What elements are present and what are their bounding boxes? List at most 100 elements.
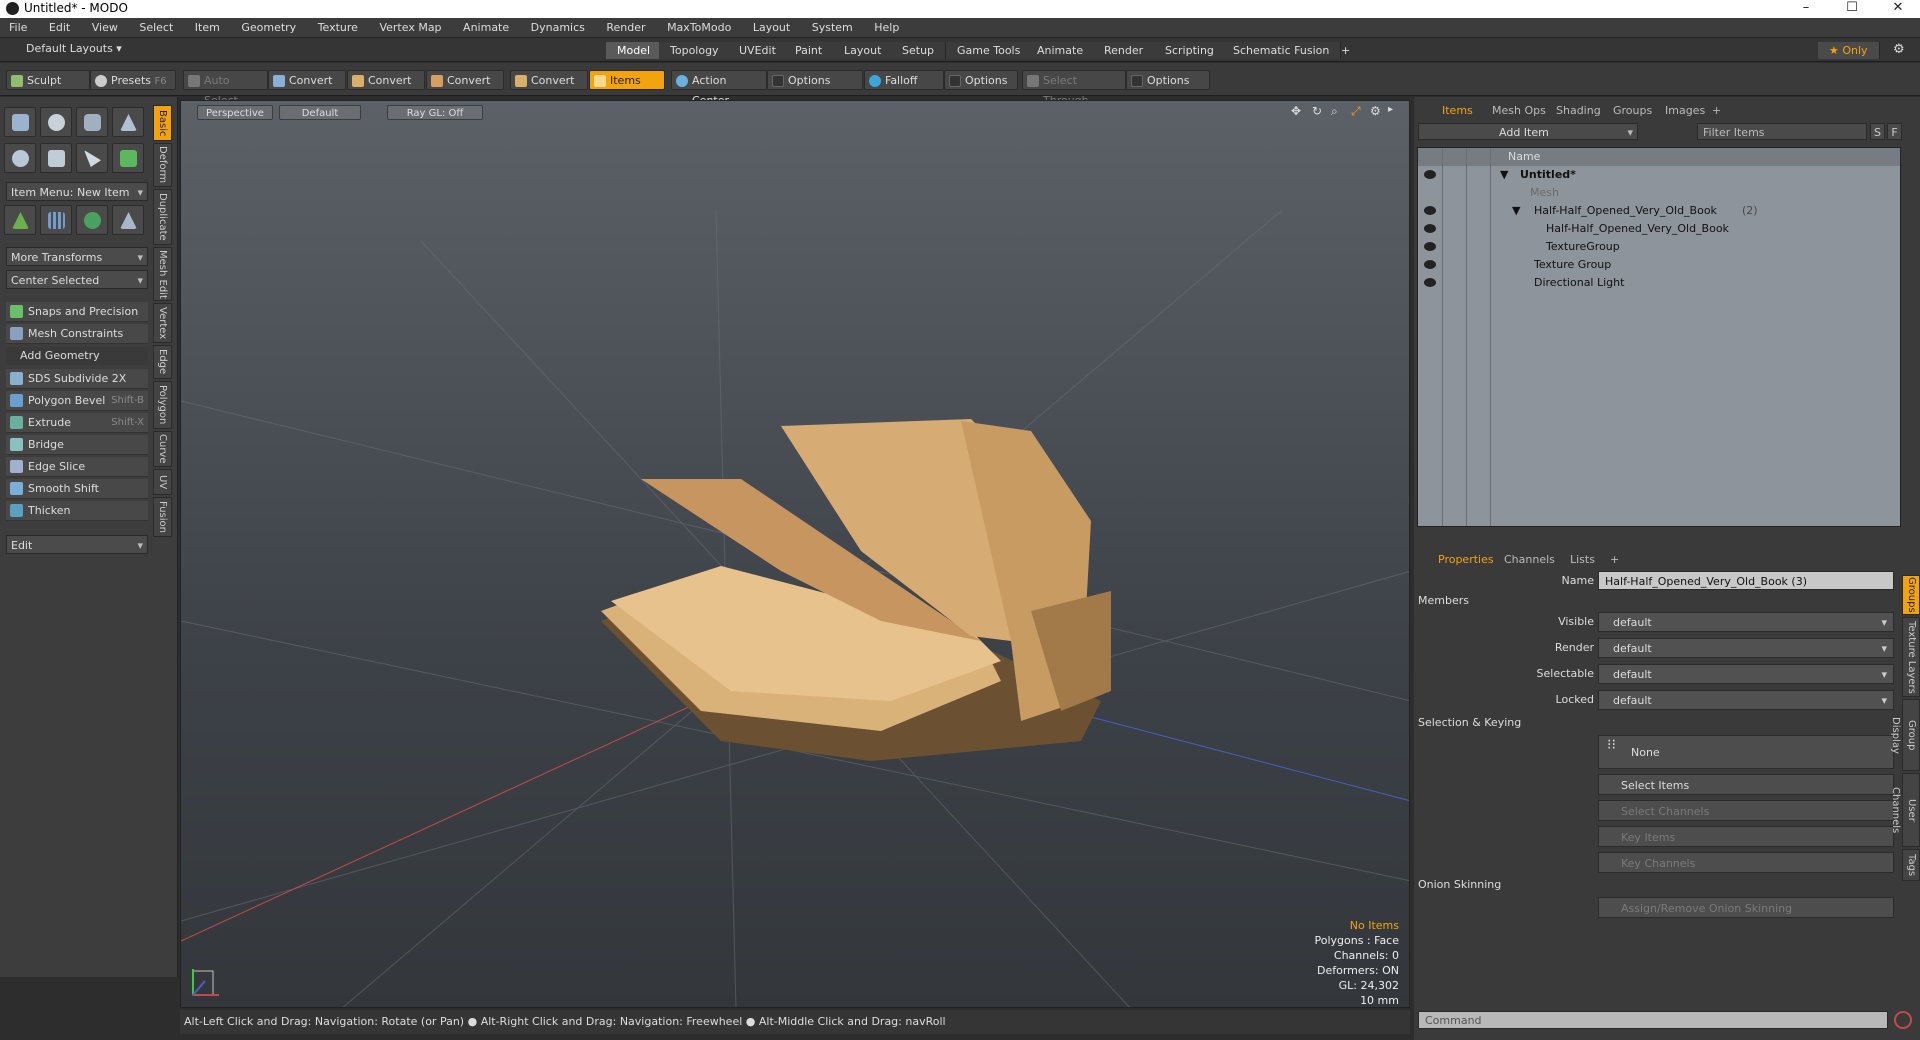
gear-icon[interactable]: ⚙ xyxy=(1893,42,1905,57)
rvtab-texture-layers[interactable]: Texture Layers xyxy=(1902,617,1920,697)
menu-layout[interactable]: Layout xyxy=(744,18,799,38)
assign-onion-skinning-button[interactable]: Assign/Remove Onion Skinning xyxy=(1598,897,1894,918)
visibility-eye-icon[interactable] xyxy=(1424,242,1436,251)
center-selected-dropdown[interactable]: Center Selected xyxy=(6,270,148,290)
tab-uvedit[interactable]: UVEdit xyxy=(728,42,788,59)
record-icon[interactable] xyxy=(1894,1011,1912,1029)
convert-button-3[interactable]: Convert xyxy=(426,70,504,90)
default-layouts-dropdown[interactable]: Default Layouts ▾ xyxy=(26,42,122,55)
add-panel-tab-button[interactable]: + xyxy=(1706,103,1727,119)
presets-button[interactable]: Presets F6 xyxy=(90,70,176,90)
vtab-fusion[interactable]: Fusion xyxy=(153,497,172,537)
grid-button[interactable] xyxy=(40,205,72,235)
members-section[interactable]: Members xyxy=(1418,594,1469,607)
visibility-eye-icon[interactable] xyxy=(1424,170,1436,179)
tab-model[interactable]: Model xyxy=(606,42,663,59)
vtab-basic[interactable]: Basic xyxy=(153,105,172,141)
action-center-button[interactable]: Action Center xyxy=(671,70,767,107)
cube-primitive-button[interactable] xyxy=(4,107,36,137)
tab-mesh-ops[interactable]: Mesh Ops xyxy=(1486,103,1552,119)
visible-dropdown[interactable]: default xyxy=(1598,612,1894,633)
item-row-book-group[interactable]: ▼ Half-Half_Opened_Very_Old_Book (2) xyxy=(1418,202,1900,220)
vtab-edge[interactable]: Edge xyxy=(153,345,172,379)
add-properties-tab-button[interactable]: + xyxy=(1604,552,1625,568)
render-dropdown[interactable]: default xyxy=(1598,638,1894,659)
select-through-button[interactable]: Select Through xyxy=(1022,70,1126,107)
tube-primitive-button[interactable] xyxy=(40,143,72,173)
menu-select[interactable]: Select xyxy=(130,18,182,38)
menu-vertex-map[interactable]: Vertex Map xyxy=(370,18,450,38)
select-through-options-button[interactable]: Options xyxy=(1126,70,1210,90)
tool-bridge[interactable]: Bridge xyxy=(6,435,148,455)
maximize-button[interactable]: ☐ xyxy=(1830,0,1874,18)
selection-none-button[interactable]: ⁝⁝ None xyxy=(1598,735,1894,769)
tab-shading[interactable]: Shading xyxy=(1550,103,1607,119)
visibility-eye-icon[interactable] xyxy=(1424,260,1436,269)
scale-button[interactable] xyxy=(112,205,144,235)
menu-view[interactable]: View xyxy=(83,18,127,38)
falloff-options-button[interactable]: Options xyxy=(944,70,1018,90)
vtab-uv[interactable]: UV xyxy=(153,469,172,495)
item-row-texture-group[interactable]: Texture Group xyxy=(1418,256,1900,274)
convert-button-1[interactable]: Convert xyxy=(268,70,346,90)
tab-schematic-fusion[interactable]: Schematic Fusion xyxy=(1222,42,1342,59)
close-button[interactable]: ✕ xyxy=(1876,0,1920,18)
mesh-constraints-button[interactable]: Mesh Constraints xyxy=(6,324,148,344)
minimize-button[interactable]: – xyxy=(1784,0,1828,18)
more-transforms-dropdown[interactable]: More Transforms xyxy=(6,247,148,267)
sculpt-button[interactable]: Sculpt xyxy=(6,70,90,90)
falloff-button[interactable]: Falloff xyxy=(864,70,944,90)
visibility-eye-icon[interactable] xyxy=(1424,206,1436,215)
menu-render[interactable]: Render xyxy=(597,18,654,38)
vtab-duplicate[interactable]: Duplicate xyxy=(153,189,172,245)
tool-extrude[interactable]: Extrude Shift-X xyxy=(6,413,148,433)
item-row-texturegroup[interactable]: TextureGroup xyxy=(1418,238,1900,256)
menu-texture[interactable]: Texture xyxy=(309,18,367,38)
tool-edge-slice[interactable]: Edge Slice xyxy=(6,457,148,477)
tab-layout[interactable]: Layout xyxy=(833,42,894,59)
3d-viewport[interactable]: Perspective Default Ray GL: Off ✥ ↻ ⌕ ⤢ … xyxy=(180,100,1410,1008)
item-row-directional-light[interactable]: Directional Light xyxy=(1418,274,1900,292)
expand-arrow-icon[interactable]: ▼ xyxy=(1500,166,1508,184)
onion-skinning-section[interactable]: Onion Skinning xyxy=(1418,878,1501,891)
tool-polygon-bevel[interactable]: Polygon Bevel Shift-B xyxy=(6,391,148,411)
filter-f-button[interactable]: F xyxy=(1887,123,1902,140)
menu-edit[interactable]: Edit xyxy=(40,18,79,38)
filter-items-input[interactable]: Filter Items xyxy=(1697,123,1867,140)
vtab-mesh-edit[interactable]: Mesh Edit xyxy=(153,247,172,301)
convert-button-4[interactable]: Convert xyxy=(510,70,588,90)
rotate-button[interactable] xyxy=(76,205,108,235)
expand-arrow-icon[interactable]: ▼ xyxy=(1512,202,1520,220)
text-tool-button[interactable] xyxy=(112,143,144,173)
selectable-dropdown[interactable]: default xyxy=(1598,664,1894,685)
vtab-curve[interactable]: Curve xyxy=(153,431,172,467)
select-channels-button[interactable]: Select Channels xyxy=(1598,800,1894,821)
menu-maxtomodo[interactable]: MaxToModo xyxy=(658,18,740,38)
key-items-button[interactable]: Key Items xyxy=(1598,826,1894,847)
cone-primitive-button[interactable] xyxy=(112,107,144,137)
snaps-precision-button[interactable]: Snaps and Precision xyxy=(6,302,148,322)
item-row-untitled[interactable]: ▼ Untitled* xyxy=(1418,166,1900,184)
tab-items[interactable]: Items xyxy=(1436,103,1479,119)
tab-paint[interactable]: Paint xyxy=(784,42,835,59)
pen-tool-button[interactable] xyxy=(76,143,108,173)
name-field[interactable]: Half-Half_Opened_Very_Old_Book (3) xyxy=(1598,571,1894,590)
menu-animate[interactable]: Animate xyxy=(454,18,518,38)
action-center-options-button[interactable]: Options xyxy=(767,70,863,90)
command-input[interactable]: Command xyxy=(1418,1011,1888,1029)
add-geometry-section[interactable]: Add Geometry xyxy=(6,347,148,365)
vtab-polygon[interactable]: Polygon xyxy=(153,381,172,429)
menu-item[interactable]: Item xyxy=(186,18,229,38)
tab-images[interactable]: Images xyxy=(1659,103,1711,119)
tab-setup[interactable]: Setup xyxy=(891,42,947,59)
item-menu-dropdown[interactable]: Item Menu: New Item xyxy=(6,182,148,202)
convert-button-2[interactable]: Convert xyxy=(347,70,425,90)
edit-dropdown[interactable]: Edit xyxy=(6,535,148,555)
only-toggle[interactable]: ★ Only xyxy=(1818,42,1880,59)
tab-properties[interactable]: Properties xyxy=(1432,552,1500,568)
key-channels-button[interactable]: Key Channels xyxy=(1598,852,1894,873)
tab-groups[interactable]: Groups xyxy=(1607,103,1658,119)
vtab-vertex[interactable]: Vertex xyxy=(153,303,172,343)
items-mode-button[interactable]: Items xyxy=(589,70,665,90)
visibility-eye-icon[interactable] xyxy=(1424,278,1436,287)
